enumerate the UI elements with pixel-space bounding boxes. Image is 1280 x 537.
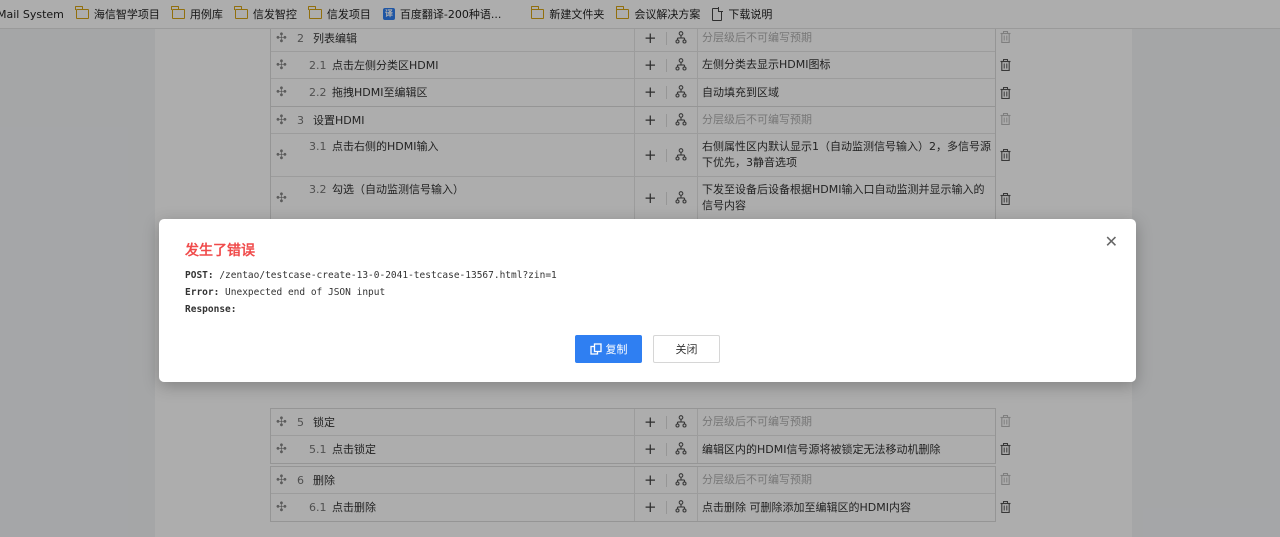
error-line-post: POST: /zentao/testcase-create-13-0-2041-… [185, 270, 557, 281]
copy-button[interactable]: 复制 [575, 335, 642, 363]
dialog-title: 发生了错误 [185, 243, 255, 259]
close-icon[interactable]: ✕ [1105, 234, 1118, 250]
close-button[interactable]: 关闭 [653, 335, 720, 363]
error-details: POST: /zentao/testcase-create-13-0-2041-… [185, 267, 557, 318]
copy-icon [589, 343, 602, 355]
error-dialog: 发生了错误 ✕ POST: /zentao/testcase-create-13… [159, 219, 1136, 382]
error-line-error: Error: Unexpected end of JSON input [185, 287, 386, 298]
error-line-response: Response: [185, 304, 237, 315]
